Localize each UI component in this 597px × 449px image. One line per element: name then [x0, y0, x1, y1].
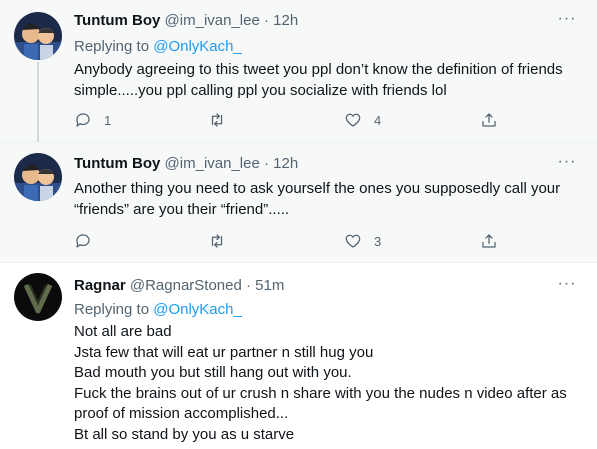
tweet-actions: 3	[74, 231, 496, 251]
reply-count: 1	[104, 112, 112, 128]
retweet-button[interactable]	[208, 231, 238, 251]
separator-dot: ·	[264, 12, 269, 29]
like-button[interactable]: 4	[344, 110, 381, 130]
tweet-1[interactable]: Tuntum Boy @im_ivan_lee · 12h ··· Replyi…	[0, 0, 597, 144]
tweet-text-line: Bad mouth you but still hang out with yo…	[74, 364, 352, 381]
share-icon	[482, 234, 496, 248]
avatar[interactable]	[14, 12, 62, 60]
share-icon	[482, 113, 496, 127]
timestamp[interactable]: 51m	[255, 277, 284, 294]
tweet-header: Ragnar @RagnarStoned · 51m	[74, 277, 284, 294]
tweet-text-line: “friends” are you their “friend”.....	[74, 200, 290, 218]
avatar-image	[14, 12, 62, 60]
avatar-image	[14, 273, 62, 321]
display-name[interactable]: Tuntum Boy	[74, 12, 160, 29]
more-horizontal-icon[interactable]: ···	[557, 11, 577, 30]
avatar[interactable]	[14, 153, 62, 201]
timestamp[interactable]: 12h	[273, 12, 298, 29]
tweet-text: Not all are bad Jsta few that will eat u…	[74, 322, 584, 445]
speech-bubble-icon	[76, 113, 90, 127]
replying-to-label: Replying to	[74, 38, 154, 55]
mention-link[interactable]: @OnlyKach_	[153, 301, 242, 318]
retweet-button[interactable]	[208, 110, 238, 130]
share-button[interactable]	[480, 110, 498, 130]
tweet-3[interactable]: Ragnar @RagnarStoned · 51m ··· Replying …	[0, 262, 597, 449]
tweet-text-line: simple.....you ppl calling ppl you socia…	[74, 81, 447, 99]
username[interactable]: @RagnarStoned	[130, 277, 242, 294]
display-name[interactable]: Tuntum Boy	[74, 155, 160, 172]
avatar-image	[14, 153, 62, 201]
replying-to-label: Replying to	[74, 301, 154, 318]
tweet-text-line: Anybody agreeing to this tweet you ppl d…	[74, 61, 563, 78]
display-name[interactable]: Ragnar	[74, 277, 126, 294]
share-button[interactable]	[480, 231, 498, 251]
tweet-text-line: Fuck the brains out of ur crush n share …	[74, 384, 567, 402]
speech-bubble-icon	[76, 234, 90, 248]
tweet-header: Tuntum Boy @im_ivan_lee · 12h	[74, 155, 298, 172]
more-horizontal-icon[interactable]: ···	[557, 276, 577, 295]
tweet-text-line: Bt all so stand by you as u starve	[74, 425, 295, 443]
retweet-icon	[211, 234, 223, 248]
reply-button[interactable]	[74, 231, 104, 251]
tweet-text-line: proof of mission accomplished...	[74, 405, 289, 422]
like-count: 3	[374, 233, 382, 249]
tweet-actions: 1 4	[74, 110, 496, 130]
reply-button[interactable]: 1	[74, 110, 111, 130]
tweet-header: Tuntum Boy @im_ivan_lee · 12h	[74, 12, 298, 29]
more-horizontal-icon[interactable]: ···	[557, 154, 577, 173]
thread-line	[37, 62, 39, 144]
separator-dot: ·	[264, 155, 269, 172]
timestamp[interactable]: 12h	[273, 155, 298, 172]
separator-dot: ·	[246, 277, 251, 294]
like-count: 4	[374, 112, 382, 128]
tweet-text: Anybody agreeing to this tweet you ppl d…	[74, 60, 584, 101]
replying-to: Replying to @OnlyKach_	[74, 301, 242, 318]
like-button[interactable]: 3	[344, 231, 381, 251]
tweet-text-line: Another thing you need to ask yourself t…	[74, 180, 561, 197]
replying-to: Replying to @OnlyKach_	[74, 38, 242, 55]
username[interactable]: @im_ivan_lee	[165, 12, 260, 29]
heart-icon	[345, 113, 361, 127]
retweet-icon	[211, 113, 223, 127]
heart-icon	[345, 234, 361, 248]
tweet-text-line: Not all are bad	[74, 323, 172, 340]
tweet-text: Another thing you need to ask yourself t…	[74, 179, 584, 220]
tweet-2[interactable]: Tuntum Boy @im_ivan_lee · 12h ··· Anothe…	[0, 142, 597, 263]
mention-link[interactable]: @OnlyKach_	[153, 38, 242, 55]
tweet-text-line: Jsta few that will eat ur partner n stil…	[74, 343, 374, 361]
avatar[interactable]	[14, 273, 62, 321]
username[interactable]: @im_ivan_lee	[165, 155, 260, 172]
